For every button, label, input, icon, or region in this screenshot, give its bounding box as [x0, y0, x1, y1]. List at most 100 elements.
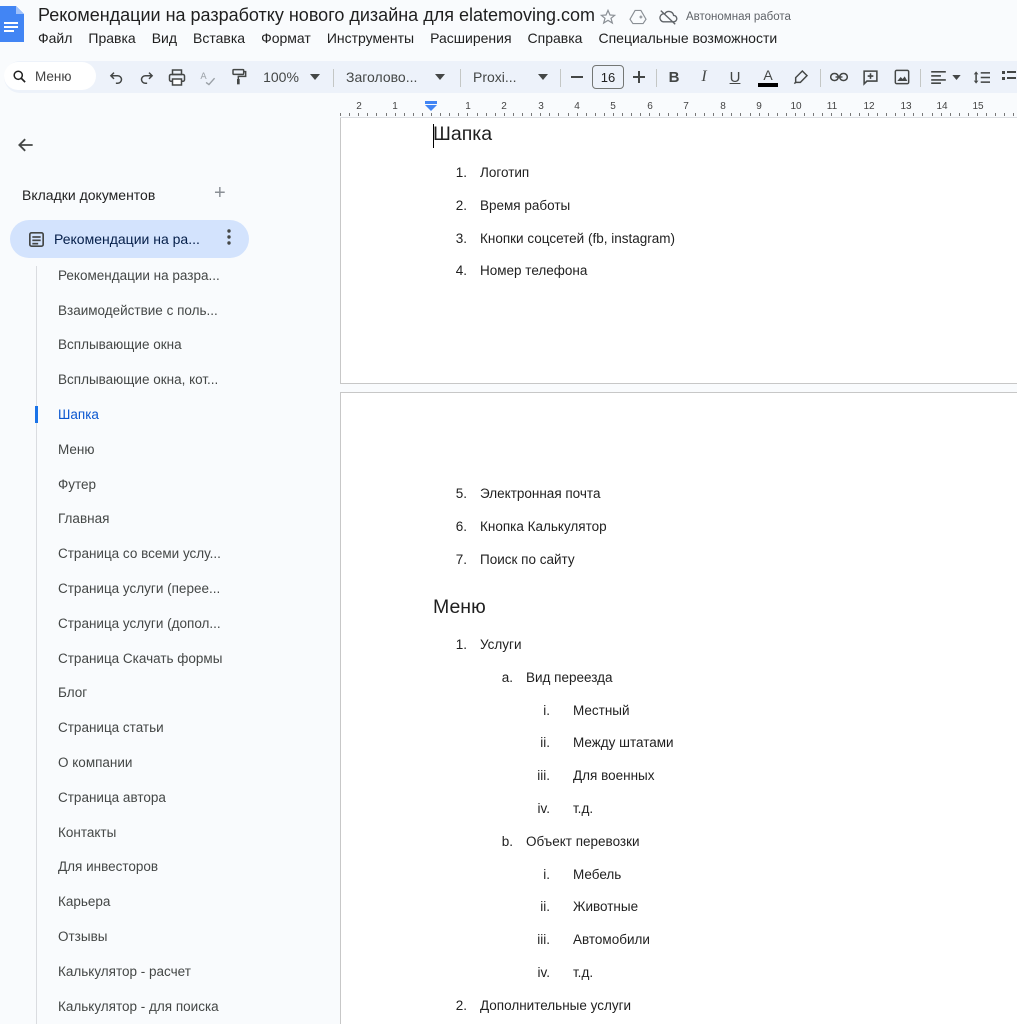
cloud-off-icon[interactable] — [658, 7, 678, 27]
ruler-tick — [795, 113, 796, 116]
text-color-icon[interactable]: A — [756, 66, 780, 88]
outline-item[interactable]: Страница услуги (переe... — [58, 571, 222, 606]
list-item-text: Животные — [573, 899, 639, 915]
more-vert-icon[interactable] — [227, 229, 231, 248]
font-chevron-down-icon[interactable] — [536, 66, 550, 88]
active-document-tab[interactable]: Рекомендации на ра... — [10, 220, 249, 258]
outline-item[interactable]: Карьера — [58, 884, 222, 919]
star-icon[interactable] — [598, 7, 618, 27]
ruler-tick — [977, 113, 978, 116]
decrease-font-size-icon[interactable] — [568, 66, 586, 88]
ruler-tick — [376, 113, 378, 116]
outline-item[interactable]: Взаимодействие с поль... — [58, 293, 222, 328]
list-item-number: b. — [501, 833, 513, 849]
font-select[interactable]: Proxi... — [473, 66, 525, 88]
outline-item[interactable]: Главная — [58, 502, 222, 537]
checklist-icon[interactable] — [1000, 66, 1017, 88]
paragraph-style-select[interactable]: Заголово... — [346, 66, 424, 88]
outline-item[interactable]: Страница автора — [58, 780, 222, 815]
menu-item[interactable]: Вставка — [193, 30, 253, 46]
outline-item[interactable]: Страница услуги (допол... — [58, 606, 222, 641]
insert-image-icon[interactable] — [891, 66, 913, 88]
outline-item[interactable]: Всплывающие окна — [58, 328, 222, 363]
menu-item[interactable]: Специальные возможности — [598, 30, 785, 46]
move-to-drive-icon[interactable] — [628, 7, 648, 27]
print-icon[interactable] — [166, 66, 188, 88]
toolbar-divider — [560, 69, 561, 87]
outline-item[interactable]: Футер — [58, 467, 222, 502]
menu-item[interactable]: Формат — [261, 30, 319, 46]
redo-icon[interactable] — [136, 66, 156, 88]
document-canvas[interactable]: Шапка 1. Логотип 2. Время работы 3. Кнопки со… — [340, 118, 1017, 1024]
highlight-color-icon[interactable] — [790, 66, 812, 88]
menu-item[interactable]: Расширения — [430, 30, 519, 46]
heading-header-section[interactable]: Шапка — [433, 123, 492, 146]
list-item-text: Электронная почта — [480, 486, 601, 501]
add-comment-icon[interactable] — [859, 66, 881, 88]
ruler-number: 1 — [392, 101, 398, 112]
ruler-tick — [512, 113, 514, 116]
outline-item[interactable]: Шапка — [58, 397, 222, 432]
menu-item[interactable]: Справка — [528, 30, 591, 46]
ruler-tick — [594, 113, 596, 116]
outline-item[interactable]: Для инвесторов — [58, 850, 222, 885]
ruler-tick — [367, 113, 369, 116]
ruler-tick — [776, 113, 778, 116]
menu-item[interactable]: Вид — [152, 30, 185, 46]
paint-format-icon[interactable] — [228, 66, 250, 88]
search-menus-button[interactable]: Меню — [4, 62, 96, 90]
outline-item[interactable]: Рекомендации на разра... — [58, 258, 222, 293]
style-chevron-down-icon[interactable] — [433, 66, 447, 88]
outline-item[interactable]: Калькулятор - расчет — [58, 954, 222, 989]
list-item-number: i. — [543, 702, 550, 718]
ruler-tick — [858, 113, 860, 116]
ruler-tick — [649, 113, 651, 116]
zoom-select[interactable]: 100% — [260, 66, 302, 88]
italic-icon[interactable]: I — [694, 66, 714, 88]
back-arrow-icon[interactable] — [16, 135, 36, 155]
list-item-number: a. — [501, 669, 513, 685]
ruler-tick — [785, 113, 787, 116]
svg-text:A: A — [200, 70, 207, 81]
ruler-tick — [558, 113, 560, 116]
spellcheck-icon[interactable]: A — [196, 66, 218, 88]
outline-item[interactable]: Страница Скачать формы — [58, 641, 222, 676]
outline-item[interactable]: О компании — [58, 745, 222, 780]
ruler-tick — [494, 113, 496, 116]
align-left-icon[interactable] — [928, 66, 948, 88]
outline-item[interactable]: Контакты — [58, 815, 222, 850]
outline-item[interactable]: Всплывающие окна, кот... — [58, 362, 222, 397]
ruler-tick — [522, 113, 523, 116]
outline-item[interactable]: Калькулятор - для поиска — [58, 989, 222, 1024]
outline-item[interactable]: Отзывы — [58, 919, 222, 954]
docs-logo-icon[interactable] — [0, 6, 24, 42]
heading-menu-section[interactable]: Меню — [433, 596, 486, 619]
outline-item[interactable]: Страница со всеми услу... — [58, 536, 222, 571]
line-spacing-icon[interactable] — [970, 66, 992, 88]
indent-marker-icon[interactable] — [424, 101, 438, 111]
underline-icon[interactable]: U — [725, 66, 745, 88]
ruler-tick — [622, 113, 624, 116]
add-tab-icon[interactable]: + — [214, 182, 226, 205]
outline-item[interactable]: Меню — [58, 432, 222, 467]
document-page[interactable]: 5. Электронная почта 6. Кнопка Калькулятор 7… — [340, 392, 1017, 1024]
undo-icon[interactable] — [106, 66, 126, 88]
font-size-input[interactable]: 16 — [592, 65, 624, 89]
zoom-chevron-down-icon[interactable] — [308, 66, 322, 88]
list-item-number: i. — [543, 866, 550, 882]
ruler-tick — [485, 113, 487, 116]
align-chevron-down-icon[interactable] — [950, 66, 962, 88]
insert-link-icon[interactable] — [828, 66, 850, 88]
bold-icon[interactable]: B — [664, 66, 684, 88]
horizontal-ruler[interactable]: 2 1 1 2 3 4 5 6 7 8 9 10 11 12 13 14 15 — [340, 100, 1017, 118]
menu-item[interactable]: Инструменты — [327, 30, 422, 46]
document-title[interactable]: Рекомендации на разработку нового дизайн… — [38, 5, 595, 26]
outline-item[interactable]: Блог — [58, 676, 222, 711]
ruler-tick — [694, 113, 696, 116]
menu-item[interactable]: Файл — [38, 30, 80, 46]
list-item-number: ii. — [540, 735, 550, 751]
outline-item[interactable]: Страница статьи — [58, 710, 222, 745]
document-page[interactable]: Шапка 1. Логотип 2. Время работы 3. Кнопки со… — [340, 118, 1017, 384]
increase-font-size-icon[interactable] — [630, 66, 648, 88]
menu-item[interactable]: Правка — [88, 30, 143, 46]
